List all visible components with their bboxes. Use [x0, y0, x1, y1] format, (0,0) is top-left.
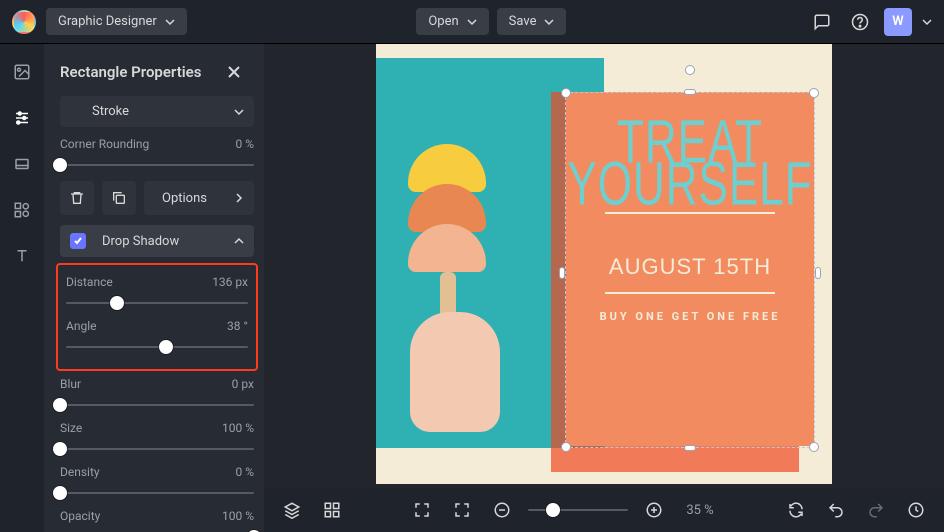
zoom-level: 35 % [680, 503, 720, 518]
open-label: Open [428, 14, 458, 29]
shapes-icon[interactable] [8, 196, 36, 224]
distance-label: Distance [66, 275, 113, 289]
chevron-down-icon [165, 17, 175, 27]
delete-button[interactable] [60, 181, 94, 215]
comments-icon[interactable] [808, 8, 836, 36]
chevron-down-icon [467, 17, 477, 27]
blur-label: Blur [60, 377, 81, 391]
opacity-value: 100 % [222, 509, 254, 523]
angle-label: Angle [66, 319, 96, 333]
fullscreen-icon[interactable] [448, 496, 476, 524]
poster[interactable]: TREAT YOURSELF AUGUST 15TH BUY ONE GET O… [566, 92, 814, 446]
zoom-out-icon[interactable] [488, 496, 516, 524]
app-logo[interactable] [12, 10, 36, 34]
help-icon[interactable] [846, 8, 874, 36]
blur-slider[interactable] [60, 397, 254, 413]
stroke-swatch [70, 105, 84, 119]
save-label: Save [509, 14, 537, 29]
blur-value: 0 px [232, 377, 254, 391]
canvas-stage[interactable]: TREAT YOURSELF AUGUST 15TH BUY ONE GET O… [264, 44, 944, 488]
density-slider[interactable] [60, 485, 254, 501]
drop-shadow-checkbox[interactable] [70, 233, 86, 249]
grid-icon[interactable] [318, 496, 346, 524]
size-slider[interactable] [60, 441, 254, 457]
sync-icon[interactable] [782, 496, 810, 524]
angle-value: 38 ° [227, 319, 248, 333]
undo-icon[interactable] [822, 496, 850, 524]
size-value: 100 % [222, 421, 254, 435]
layers-stack-icon[interactable] [278, 496, 306, 524]
open-dropdown[interactable]: Open [416, 8, 488, 35]
drop-shadow-label: Drop Shadow [102, 234, 234, 249]
text-icon[interactable] [8, 242, 36, 270]
poster-tagline: BUY ONE GET ONE FREE [600, 310, 781, 323]
panel-title: Rectangle Properties [60, 63, 201, 81]
corner-rounding-value: 0 % [235, 137, 254, 151]
mode-label: Graphic Designer [58, 14, 157, 29]
history-icon[interactable] [902, 496, 930, 524]
save-dropdown[interactable]: Save [497, 8, 567, 35]
corner-rounding-label: Corner Rounding [60, 137, 149, 151]
chevron-up-icon[interactable] [234, 236, 244, 246]
zoom-slider[interactable] [528, 502, 628, 518]
hand [410, 312, 500, 432]
redo-icon[interactable] [862, 496, 890, 524]
zoom-in-icon[interactable] [640, 496, 668, 524]
options-button[interactable]: Options [144, 181, 254, 215]
mode-dropdown[interactable]: Graphic Designer [46, 8, 187, 35]
left-rail [0, 44, 44, 532]
top-bar: Graphic Designer Open Save W [0, 0, 944, 44]
chevron-down-icon [544, 17, 554, 27]
stroke-label: Stroke [92, 104, 234, 119]
chevron-right-icon [234, 193, 244, 203]
fit-screen-icon[interactable] [408, 496, 436, 524]
density-label: Density [60, 465, 100, 479]
distance-value: 136 px [212, 275, 248, 289]
chevron-down-icon [234, 107, 244, 117]
opacity-label: Opacity [60, 509, 100, 523]
chevron-down-icon[interactable] [922, 17, 932, 27]
document[interactable]: TREAT YOURSELF AUGUST 15TH BUY ONE GET O… [376, 44, 832, 484]
poster-date: AUGUST 15TH [609, 254, 771, 280]
stroke-dropdown[interactable]: Stroke [60, 96, 254, 127]
corner-rounding-slider[interactable] [60, 157, 254, 173]
poster-headline-2: YOURSELF [567, 155, 812, 214]
density-value: 0 % [235, 465, 254, 479]
drop-shadow-section: Drop Shadow [60, 225, 254, 257]
close-icon[interactable] [220, 58, 248, 86]
divider [605, 292, 775, 294]
adjustments-icon[interactable] [8, 104, 36, 132]
highlighted-controls: Distance 136 px Angle 38 ° [56, 263, 258, 371]
size-label: Size [60, 421, 82, 435]
layers-icon[interactable] [8, 150, 36, 178]
angle-slider[interactable] [66, 339, 248, 355]
bottom-bar: 35 % [264, 488, 944, 532]
avatar[interactable]: W [884, 8, 912, 36]
duplicate-button[interactable] [102, 181, 136, 215]
distance-slider[interactable] [66, 295, 248, 311]
image-icon[interactable] [8, 58, 36, 86]
properties-panel: Rectangle Properties Stroke Corner Round… [44, 44, 264, 532]
